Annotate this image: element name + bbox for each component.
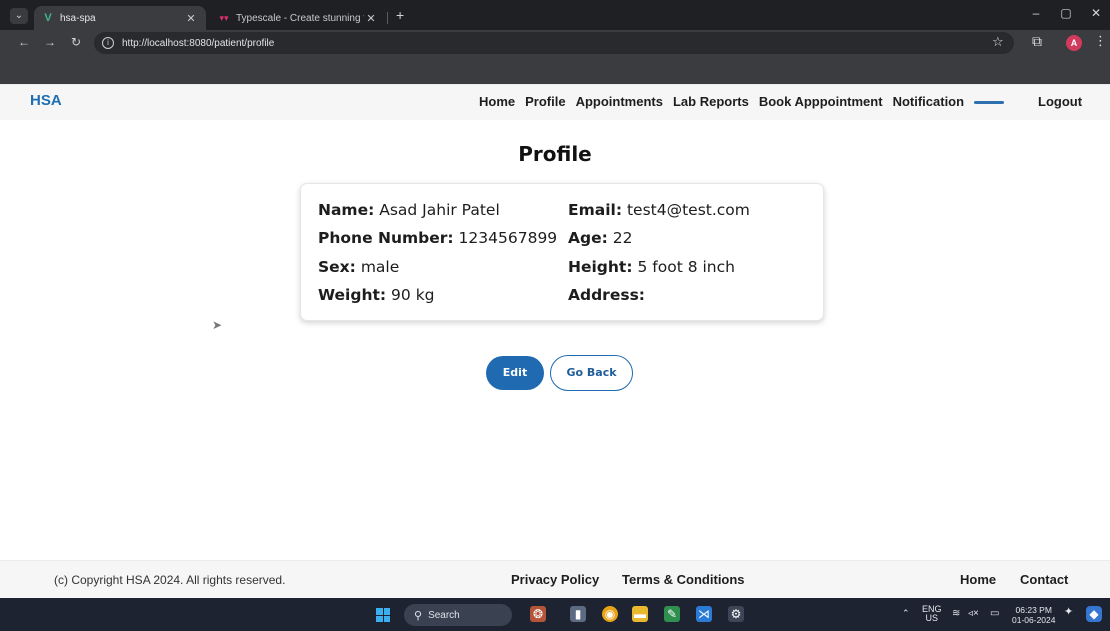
tab-divider — [387, 12, 388, 24]
search-placeholder: Search — [428, 609, 460, 621]
profile-field-address: Address: — [568, 286, 645, 304]
language-indicator[interactable]: ENG US — [922, 605, 942, 623]
brand-logo[interactable]: HSA — [30, 92, 62, 109]
field-value: 5 foot 8 inch — [637, 258, 735, 276]
profile-field-phone: Phone Number: 1234567899 — [318, 229, 557, 247]
field-value: test4@test.com — [626, 201, 750, 219]
field-label: Email: — [568, 201, 623, 219]
field-label: Weight: — [318, 286, 387, 304]
vscode-icon[interactable]: ⋊ — [696, 606, 712, 622]
new-tab-plus-icon[interactable]: + — [396, 8, 404, 22]
profile-field-age: Age: 22 — [568, 229, 632, 247]
page-title: Profile — [518, 142, 592, 166]
field-value: male — [360, 258, 400, 276]
field-label: Address: — [568, 286, 645, 304]
clock-date: 01-06-2024 — [1012, 615, 1056, 625]
reload-icon[interactable]: ↻ — [68, 35, 84, 49]
edit-button[interactable]: Edit — [486, 356, 544, 390]
profile-field-height: Height: 5 foot 8 inch — [568, 258, 735, 276]
nav-dropdown-indicator[interactable] — [974, 101, 1005, 104]
logout-button[interactable]: Logout — [1038, 94, 1082, 109]
browser-toolbar: ← → ↻ i http://localhost:8080/patient/pr… — [0, 30, 1110, 84]
forward-arrow-icon[interactable]: → — [42, 35, 58, 49]
url-text: http://localhost:8080/patient/profile — [122, 37, 275, 49]
minimize-icon[interactable]: – — [1026, 6, 1046, 20]
widgets-icon[interactable]: ❂ — [530, 606, 546, 622]
tab-title: Typescale - Create stunning typ — [236, 12, 364, 24]
back-arrow-icon[interactable]: ← — [16, 35, 32, 49]
vue-favicon-icon: V — [44, 12, 52, 24]
profile-field-weight: Weight: 90 kg — [318, 286, 435, 304]
restore-icon[interactable]: ▢ — [1056, 6, 1076, 20]
volume-icon[interactable]: ◃× — [968, 609, 979, 619]
window-close-icon[interactable]: ✕ — [1086, 6, 1106, 20]
app-footer: (c) Copyright HSA 2024. All rights reser… — [0, 560, 1110, 598]
go-back-button[interactable]: Go Back — [550, 355, 633, 391]
extensions-icon[interactable]: ⧉ — [1032, 33, 1042, 50]
notepad-icon[interactable]: ✎ — [664, 606, 680, 622]
nav-lab-reports[interactable]: Lab Reports — [673, 94, 749, 109]
field-label: Sex: — [318, 258, 356, 276]
more-menu-icon[interactable]: ⋮ — [1094, 33, 1107, 49]
terms-conditions-link[interactable]: Terms & Conditions — [622, 572, 745, 587]
typescale-favicon-icon: ▾▾ — [219, 13, 229, 23]
tab-search-icon[interactable]: ⌄ — [10, 8, 28, 24]
field-label: Phone Number: — [318, 229, 454, 247]
nav-appointments[interactable]: Appointments — [576, 94, 663, 109]
nav-home[interactable]: Home — [479, 94, 515, 109]
search-icon: ⚲ — [414, 609, 423, 622]
nav-notification[interactable]: Notification — [893, 94, 965, 109]
profile-field-name: Name: Asad Jahir Patel — [318, 201, 500, 219]
clock-time: 06:23 PM — [1015, 605, 1052, 615]
taskbar-search-input[interactable]: ⚲ Search — [404, 604, 512, 626]
close-icon[interactable]: ✕ — [364, 12, 378, 25]
settings-gear-icon[interactable]: ⚙ — [728, 606, 744, 622]
app-navbar: HSA Home Profile Appointments Lab Report… — [0, 84, 1110, 120]
nav-book-appointment[interactable]: Book Apppointment — [759, 94, 883, 109]
profile-card: Name: Asad Jahir Patel Email: test4@test… — [300, 183, 824, 321]
close-icon[interactable]: ✕ — [184, 12, 198, 25]
browser-tab-strip: ⌄ V hsa-spa ✕ ▾▾ Typescale - Create stun… — [0, 0, 1110, 30]
copilot-icon[interactable]: ◆ — [1086, 606, 1102, 622]
site-info-icon[interactable]: i — [102, 37, 114, 49]
nav-links: Home Profile Appointments Lab Reports Bo… — [479, 94, 1005, 109]
taskbar-clock[interactable]: 06:23 PM 01-06-2024 — [1012, 605, 1055, 625]
copyright-text: (c) Copyright HSA 2024. All rights reser… — [54, 573, 286, 587]
field-value: 22 — [612, 229, 633, 247]
field-value: Asad Jahir Patel — [379, 201, 500, 219]
field-label: Name: — [318, 201, 375, 219]
battery-icon[interactable]: ▭ — [990, 609, 999, 619]
task-view-icon[interactable]: ▮ — [570, 606, 586, 622]
privacy-policy-link[interactable]: Privacy Policy — [511, 572, 599, 587]
field-value: 90 kg — [391, 286, 435, 304]
tray-chevron-up-icon[interactable]: ⌃ — [902, 609, 910, 618]
nav-profile[interactable]: Profile — [525, 94, 565, 109]
profile-avatar[interactable]: A — [1066, 35, 1082, 51]
bookmark-star-icon[interactable]: ☆ — [992, 34, 1004, 50]
wifi-icon[interactable]: ≋ — [952, 609, 960, 619]
profile-field-email: Email: test4@test.com — [568, 201, 750, 219]
windows-start-icon[interactable] — [376, 608, 390, 622]
field-value: 1234567899 — [458, 229, 558, 247]
field-label: Age: — [568, 229, 608, 247]
chrome-icon[interactable]: ◉ — [602, 606, 618, 622]
footer-contact-link[interactable]: Contact — [1020, 572, 1068, 587]
os-taskbar: ⚲ Search ❂ ▮ ◉ ▬ ✎ ⋊ ⚙ ⌃ ENG US ≋ ◃× ▭ 0… — [0, 598, 1110, 631]
tab-title: hsa-spa — [60, 12, 96, 24]
lang-bottom: US — [925, 613, 939, 623]
address-bar[interactable]: i http://localhost:8080/patient/profile — [94, 32, 1014, 54]
mouse-cursor-icon: ➤ — [212, 318, 223, 332]
tab-hsa-spa[interactable]: V hsa-spa ✕ — [34, 6, 206, 30]
notification-bell-icon[interactable]: ✦ — [1064, 607, 1073, 618]
tab-typescale[interactable]: ▾▾ Typescale - Create stunning typ ✕ — [210, 6, 386, 30]
footer-home-link[interactable]: Home — [960, 572, 996, 587]
file-explorer-icon[interactable]: ▬ — [632, 606, 648, 622]
profile-field-sex: Sex: male — [318, 258, 399, 276]
field-label: Height: — [568, 258, 633, 276]
